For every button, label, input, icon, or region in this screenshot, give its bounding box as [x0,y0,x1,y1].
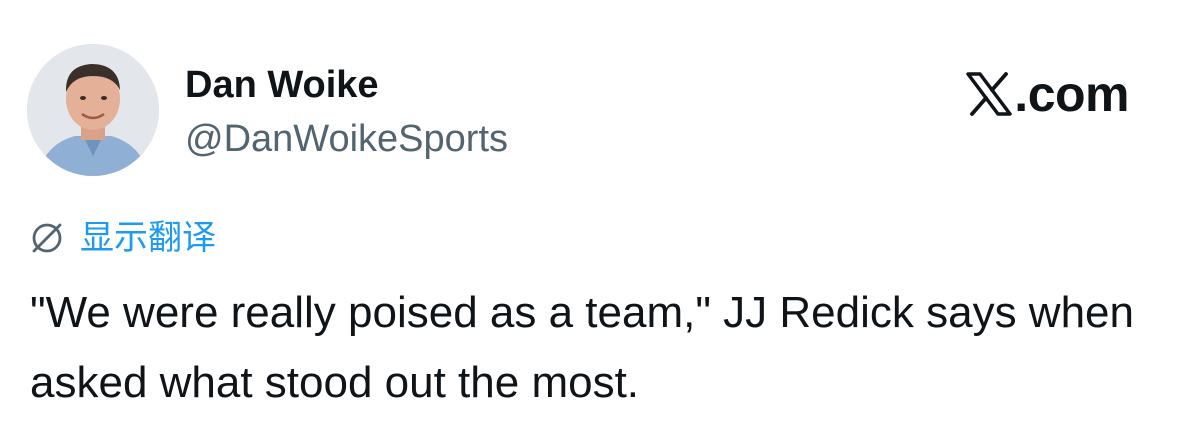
profile-photo [27,44,159,176]
author-handle[interactable]: @DanWoikeSports [185,116,508,162]
x-logo-icon [966,72,1013,116]
brand-domain-text: .com [1014,66,1129,122]
globe-icon [32,223,62,253]
xcom-brand: .com [966,66,1129,122]
avatar[interactable] [27,44,159,176]
tweet-card: Dan Woike @DanWoikeSports .com 显示翻译 "We … [0,0,1179,435]
show-translation-label[interactable]: 显示翻译 [80,216,216,260]
show-translation-link[interactable]: 显示翻译 [28,216,216,260]
tweet-text: "We were really poised as a team," JJ Re… [30,288,1134,407]
author-display-name[interactable]: Dan Woike [185,62,379,108]
